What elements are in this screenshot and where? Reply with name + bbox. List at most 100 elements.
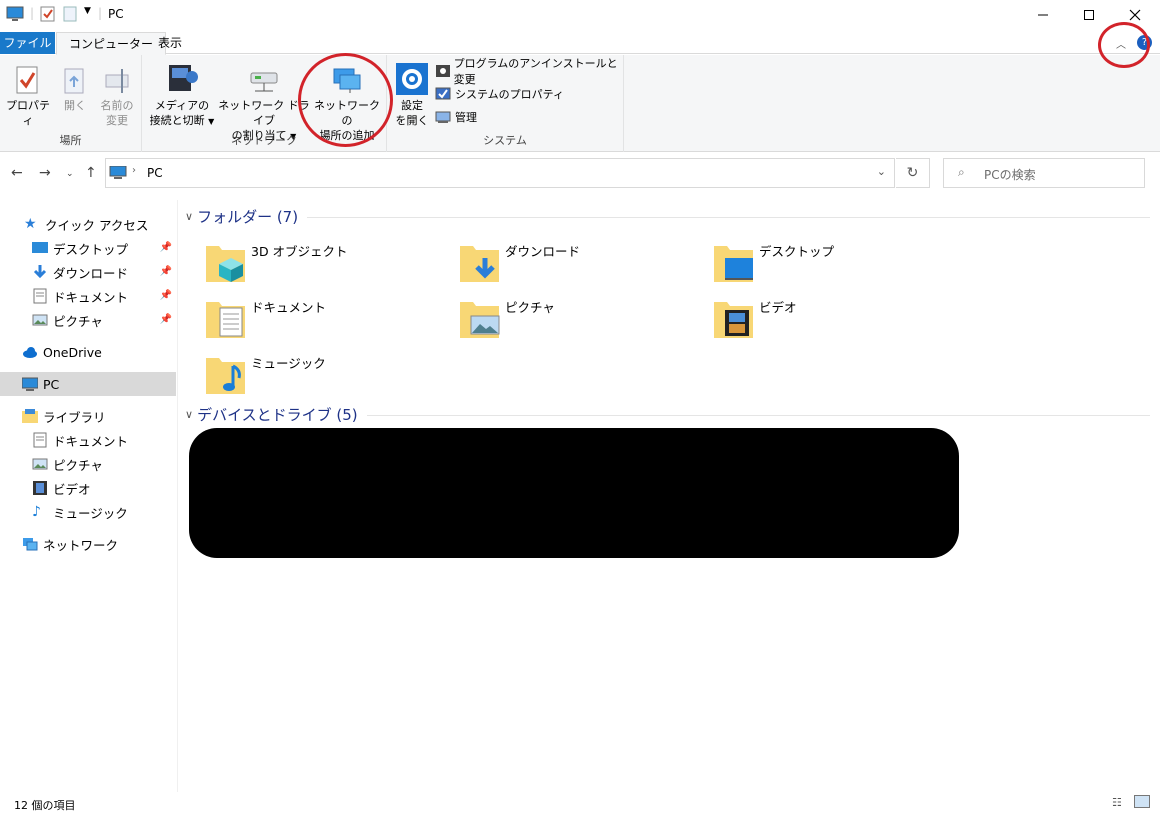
- pin-icon: 📌: [159, 242, 172, 253]
- back-arrow-icon[interactable]: ←: [11, 165, 23, 181]
- large-icons-view-icon[interactable]: [1134, 795, 1150, 808]
- pin-icon: 📌: [159, 290, 172, 301]
- uninstall-program-button[interactable]: プログラムのアンインストールと変更: [435, 57, 623, 86]
- breadcrumb-chevron-icon: ›: [132, 165, 136, 176]
- open-icon: [56, 61, 94, 95]
- manage-button[interactable]: 管理: [435, 107, 477, 127]
- recent-locations-icon[interactable]: ⌄: [66, 169, 74, 179]
- document-icon: [33, 288, 47, 304]
- pin-icon: 📌: [159, 314, 172, 325]
- nav-library-documents[interactable]: ドキュメント: [32, 428, 176, 452]
- folder-desktop[interactable]: デスクトップ: [713, 240, 953, 290]
- refresh-icon: ↻: [906, 165, 919, 181]
- tab-file[interactable]: ファイル: [0, 32, 55, 54]
- forward-arrow-icon[interactable]: →: [39, 165, 51, 181]
- music-folder-icon: [206, 358, 245, 394]
- media-dropdown-icon: ▼: [208, 117, 215, 126]
- refresh-button[interactable]: ↻: [896, 158, 930, 188]
- videos-folder-icon: [714, 302, 753, 338]
- media-icon: [146, 61, 218, 95]
- open-settings-button[interactable]: 設定 を開く: [393, 61, 431, 128]
- content-area: ∨ フォルダー (7) 3D オブジェクト ダウンロード デスクトップ ドキュメ…: [179, 200, 1160, 792]
- search-placeholder: PCの検索: [984, 168, 1036, 182]
- collapse-chevron-icon: ∨: [185, 408, 194, 421]
- media-connect-button[interactable]: メディアの 接続と切断 ▼: [146, 61, 218, 129]
- manage-icon: [435, 111, 451, 123]
- pictures-icon: [32, 458, 48, 470]
- address-bar[interactable]: › PC ⌄: [105, 158, 895, 188]
- rename-button[interactable]: 名前の 変更: [96, 61, 138, 128]
- search-box[interactable]: ⌕ PCの検索: [943, 158, 1145, 188]
- nav-quick-downloads[interactable]: ダウンロード 📌: [32, 260, 176, 284]
- pc-icon: [6, 6, 24, 22]
- folder-videos[interactable]: ビデオ: [713, 296, 953, 346]
- downloads-folder-icon: [460, 246, 499, 282]
- status-bar: 12 個の項目 ☷: [0, 792, 1160, 817]
- collapse-chevron-icon: ∨: [185, 210, 194, 223]
- network-icon: [23, 538, 38, 551]
- music-note-icon: ♪: [32, 504, 41, 520]
- pc-icon: [22, 377, 38, 391]
- desktop-icon: [32, 242, 48, 253]
- highlight-circle-ribbon-toggle: [1098, 22, 1150, 68]
- nav-quick-documents[interactable]: ドキュメント 📌: [32, 284, 176, 308]
- network-drive-icon: [218, 61, 310, 95]
- nav-pc[interactable]: PC: [0, 372, 176, 396]
- video-icon: [33, 481, 47, 495]
- tab-view[interactable]: 表示: [146, 32, 194, 54]
- devices-group-header[interactable]: ∨ デバイスとドライブ (5): [185, 404, 358, 425]
- nav-quick-access[interactable]: ★ クイック アクセス: [24, 212, 200, 236]
- settings-gear-icon: [393, 61, 431, 95]
- properties-icon: [4, 61, 52, 95]
- search-icon: ⌕: [958, 165, 965, 179]
- highlight-circle-network-location: [298, 53, 393, 147]
- pc-address-icon: [109, 166, 127, 179]
- maximize-button[interactable]: [1066, 0, 1112, 30]
- up-arrow-icon[interactable]: ↑: [85, 165, 97, 181]
- minimize-button[interactable]: [1020, 0, 1066, 30]
- location-group-label: 場所: [59, 134, 82, 147]
- pictures-folder-icon: [460, 302, 500, 338]
- folder-music[interactable]: ミュージック: [205, 352, 445, 402]
- new-folder-quick-icon[interactable]: [62, 6, 78, 22]
- library-icon: [22, 409, 38, 423]
- nav-libraries[interactable]: ライブラリ: [22, 404, 198, 428]
- system-group: 設定 を開く プログラムのアンインストールと変更 システムのプロパティ 管理 シ…: [387, 55, 624, 152]
- system-properties-button[interactable]: システムのプロパティ: [435, 84, 564, 104]
- nav-quick-desktop[interactable]: デスクトップ 📌: [32, 236, 176, 260]
- system-properties-icon: [435, 87, 451, 100]
- folder-documents[interactable]: ドキュメント: [205, 296, 445, 346]
- nav-network[interactable]: ネットワーク: [22, 532, 198, 556]
- nav-onedrive[interactable]: OneDrive: [22, 340, 198, 364]
- address-dropdown-icon[interactable]: ⌄: [877, 165, 886, 178]
- title-bar: | ▼ | PC: [0, 0, 1160, 30]
- customize-quick-access-icon[interactable]: ▼: [84, 6, 91, 16]
- system-group-label: システム: [483, 134, 527, 147]
- rename-icon: [96, 61, 138, 95]
- details-view-icon[interactable]: ☷: [1112, 796, 1122, 809]
- folder-3d-objects[interactable]: 3D オブジェクト: [205, 240, 445, 290]
- folder-pictures[interactable]: ピクチャ: [459, 296, 699, 346]
- 3d-objects-folder-icon: [206, 246, 245, 282]
- nav-library-music[interactable]: ♪ ミュージック: [32, 500, 176, 524]
- nav-library-pictures[interactable]: ピクチャ: [32, 452, 176, 476]
- location-group: プロパティ 開く 名前の 変更 場所: [0, 55, 142, 152]
- open-button[interactable]: 開く: [56, 61, 94, 113]
- window-title: PC: [108, 7, 124, 21]
- nav-quick-pictures[interactable]: ピクチャ 📌: [32, 308, 176, 332]
- uninstall-icon: [436, 65, 450, 77]
- document-icon: [33, 432, 47, 448]
- properties-button[interactable]: プロパティ: [4, 61, 52, 128]
- star-icon: ★: [24, 216, 37, 232]
- nav-library-videos[interactable]: ビデオ: [32, 476, 176, 500]
- folders-group-header[interactable]: ∨ フォルダー (7): [185, 206, 298, 227]
- navigation-bar: ← → ⌄ ↑ › PC ⌄ ↻ ⌕ PCの検索: [0, 157, 1160, 191]
- folder-downloads[interactable]: ダウンロード: [459, 240, 699, 290]
- desktop-folder-icon: [714, 246, 753, 282]
- breadcrumb-pc[interactable]: PC: [147, 166, 163, 180]
- cloud-icon: [23, 347, 37, 358]
- pictures-icon: [32, 314, 48, 326]
- properties-quick-icon[interactable]: [40, 6, 56, 22]
- ribbon: プロパティ 開く 名前の 変更 場所 メディアの 接続と切断 ▼ ネットワーク …: [0, 55, 1160, 152]
- download-arrow-icon: [33, 265, 47, 279]
